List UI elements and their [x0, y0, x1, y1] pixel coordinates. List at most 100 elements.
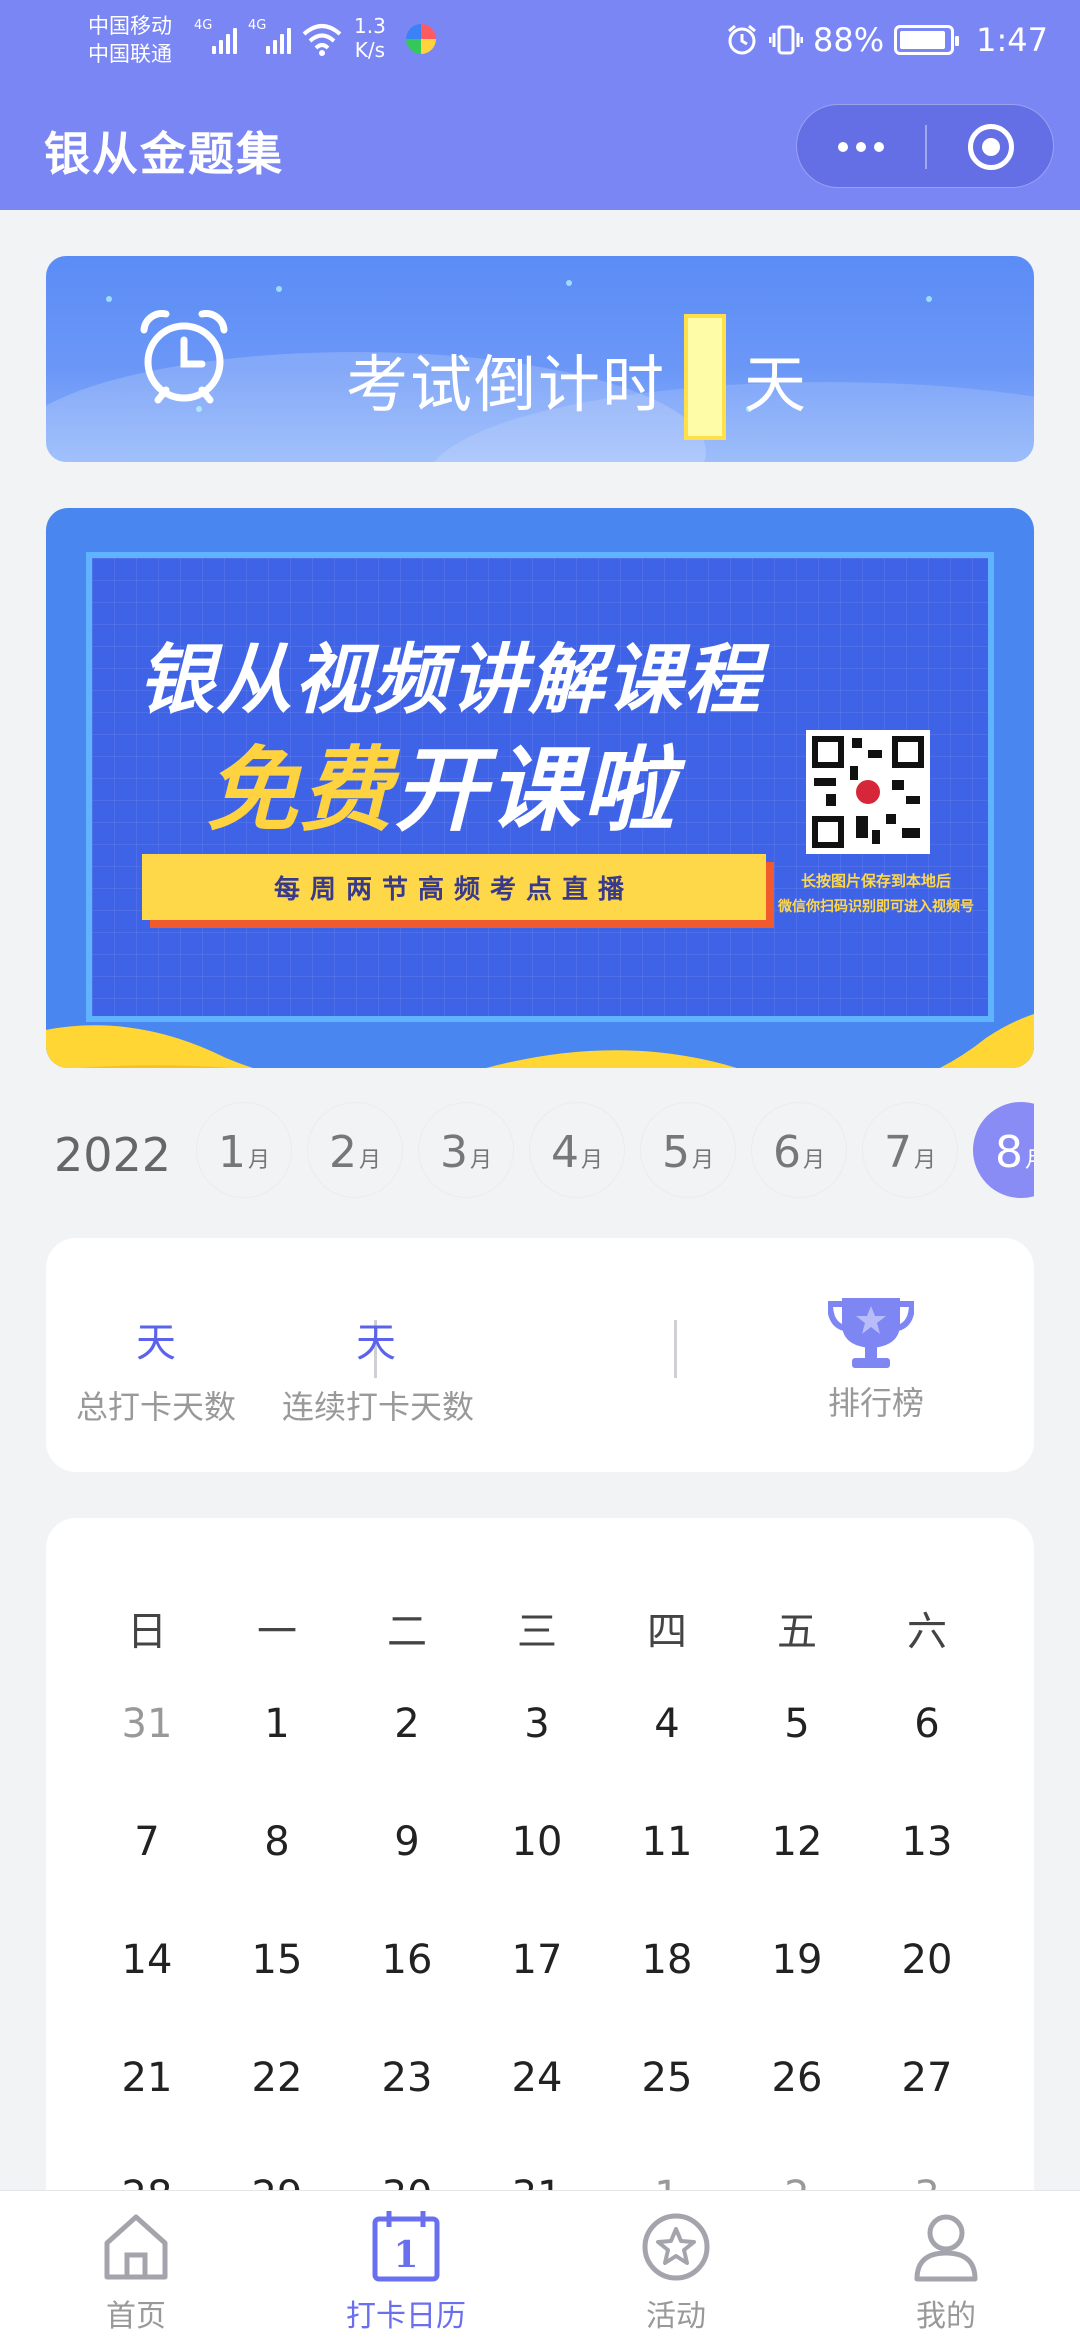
- battery-icon: [894, 25, 960, 55]
- calendar-day[interactable]: 4: [602, 1684, 732, 1764]
- month-2[interactable]: 2月: [307, 1102, 403, 1198]
- calendar-day[interactable]: 5: [732, 1684, 862, 1764]
- banner-open-text: 开课啦: [394, 737, 677, 844]
- miniprogram-capsule: [796, 104, 1054, 188]
- weekday-label: 四: [647, 1609, 687, 1655]
- countdown-text: 考试倒计时 天: [346, 314, 809, 440]
- weekday-header: 日一二三四五六: [82, 1592, 992, 1672]
- month-unit: 月: [691, 1148, 714, 1173]
- calendar-day[interactable]: 17: [472, 1920, 602, 2000]
- trophy-icon: [828, 1298, 914, 1368]
- battery-percent: 88%: [813, 21, 885, 59]
- vibrate-icon: [769, 25, 804, 55]
- calendar-week-row: 14 15 16 17 18 19 20: [82, 1920, 992, 2000]
- month-number: 1: [217, 1127, 246, 1178]
- alarm-status-icon: [728, 24, 756, 55]
- month-number: 6: [772, 1127, 801, 1178]
- carrier-1: 中国移动: [88, 14, 172, 38]
- tab-activity-label: 活动: [646, 2299, 706, 2334]
- qr-note-line-2: 微信你扫码识别即可进入视频号: [778, 899, 974, 915]
- star-circle-icon: [642, 2213, 710, 2281]
- notification-app-icon: [406, 24, 436, 54]
- calendar-day[interactable]: 11: [602, 1802, 732, 1882]
- calendar-day[interactable]: 25: [602, 2038, 732, 2118]
- calendar-day[interactable]: 26: [732, 2038, 862, 2118]
- weekday-label: 六: [907, 1609, 947, 1655]
- month-number: 5: [661, 1127, 690, 1178]
- month-8[interactable]: 8月: [973, 1102, 1034, 1198]
- page-title: 银从金题集: [44, 127, 284, 181]
- stats-divider: [674, 1320, 677, 1378]
- calendar-icon: 1: [372, 2211, 440, 2282]
- banner-wave-decoration: [46, 1014, 1034, 1068]
- wifi-icon: [302, 24, 342, 56]
- month-unit: 月: [1025, 1142, 1034, 1174]
- calendar-day[interactable]: 16: [342, 1920, 472, 2000]
- month-7[interactable]: 7月: [862, 1102, 958, 1198]
- calendar-day[interactable]: 7: [82, 1802, 212, 1882]
- status-right: 88% 1:47: [725, 16, 1048, 64]
- month-unit: 月: [580, 1148, 603, 1173]
- status-bar: 中国移动 中国联通 4G 4G 1.3 K/s 88% 1:47: [0, 0, 1080, 80]
- tab-checkin-calendar[interactable]: 1 打卡日历: [306, 2191, 506, 2340]
- weekday-label: 日: [127, 1609, 167, 1655]
- qr-logo-icon: [856, 780, 880, 804]
- calendar-day[interactable]: 19: [732, 1920, 862, 2000]
- countdown-unit: 天: [744, 348, 809, 421]
- network-type-2: 4G: [248, 18, 267, 33]
- month-unit: 月: [358, 1148, 381, 1173]
- countdown-days-box: [684, 314, 727, 440]
- month-1[interactable]: 1月: [196, 1102, 292, 1198]
- carrier-names: 中国移动 中国联通: [88, 12, 172, 68]
- calendar-day[interactable]: 12: [732, 1802, 862, 1882]
- total-checkin-label: 总打卡天数: [75, 1388, 236, 1426]
- tab-mine[interactable]: 我的: [846, 2191, 1046, 2340]
- calendar-day[interactable]: 6: [862, 1684, 992, 1764]
- month-number: 4: [550, 1127, 579, 1178]
- calendar-day[interactable]: 18: [602, 1920, 732, 2000]
- signal-2-icon: 4G: [248, 18, 291, 54]
- calendar-day[interactable]: 15: [212, 1920, 342, 2000]
- promo-banner[interactable]: 银从视频讲解课程 免费开课啦 每周两节高频考点直播 长按图片保存到本地后 微信你…: [46, 508, 1034, 1068]
- calendar-day[interactable]: 21: [82, 2038, 212, 2118]
- carrier-2: 中国联通: [88, 42, 172, 66]
- weekday-label: 一: [257, 1609, 297, 1655]
- calendar-day[interactable]: 14: [82, 1920, 212, 2000]
- month-unit: 月: [469, 1148, 492, 1173]
- calendar-day[interactable]: 10: [472, 1802, 602, 1882]
- calendar-day[interactable]: 20: [862, 1920, 992, 2000]
- month-number: 7: [883, 1127, 912, 1178]
- month-5[interactable]: 5月: [640, 1102, 736, 1198]
- month-6[interactable]: 6月: [751, 1102, 847, 1198]
- calendar-day[interactable]: 8: [212, 1802, 342, 1882]
- calendar-day[interactable]: 22: [212, 2038, 342, 2118]
- banner-pill: 每周两节高频考点直播: [142, 854, 766, 920]
- tab-home[interactable]: 首页: [36, 2191, 236, 2340]
- calendar-day[interactable]: 13: [862, 1802, 992, 1882]
- calendar-day[interactable]: 23: [342, 2038, 472, 2118]
- qr-note-line-1: 长按图片保存到本地后: [800, 872, 951, 890]
- calendar-day[interactable]: 2: [342, 1684, 472, 1764]
- total-checkin-stat: 天 总打卡天数: [46, 1238, 266, 1472]
- calendar-day[interactable]: 24: [472, 2038, 602, 2118]
- calendar-day[interactable]: 31: [82, 1684, 212, 1764]
- network-speed: 1.3 K/s: [354, 14, 386, 62]
- calendar-day[interactable]: 27: [862, 2038, 992, 2118]
- more-options-button[interactable]: [797, 105, 925, 189]
- home-icon: [104, 2214, 168, 2280]
- month-4[interactable]: 4月: [529, 1102, 625, 1198]
- close-miniprogram-button[interactable]: [927, 105, 1055, 189]
- weekday-label: 二: [387, 1609, 427, 1655]
- bottom-tab-bar: 首页 1 打卡日历 活动 我的: [0, 2190, 1080, 2340]
- checkin-stats-card: 天 总打卡天数 天 连续打卡天数 排行榜: [46, 1238, 1034, 1472]
- qr-note: 长按图片保存到本地后 微信你扫码识别即可进入视频号: [766, 868, 986, 920]
- calendar-day[interactable]: 3: [472, 1684, 602, 1764]
- tab-activity[interactable]: 活动: [576, 2191, 776, 2340]
- exam-countdown-card[interactable]: 考试倒计时 天: [46, 256, 1034, 462]
- calendar-day[interactable]: 1: [212, 1684, 342, 1764]
- month-unit: 月: [913, 1148, 936, 1173]
- calendar-day[interactable]: 9: [342, 1802, 472, 1882]
- banner-headline: 银从视频讲解课程: [138, 635, 762, 724]
- month-number: 2: [328, 1127, 357, 1178]
- month-3[interactable]: 3月: [418, 1102, 514, 1198]
